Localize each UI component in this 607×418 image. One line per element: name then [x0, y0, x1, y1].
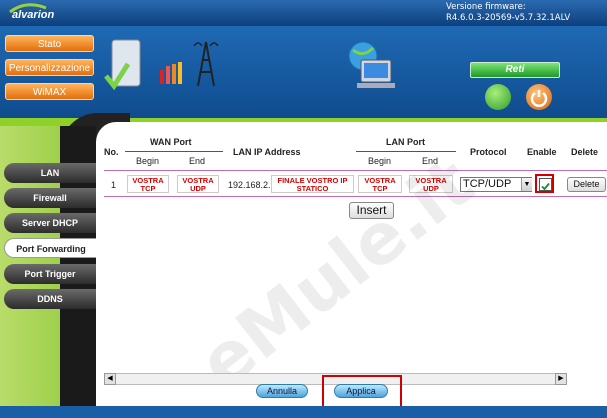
wan-divider	[125, 151, 223, 152]
nav-wimax-button[interactable]: WiMAX	[5, 83, 94, 100]
wizard-icon[interactable]	[485, 84, 511, 110]
computer-globe-icon	[348, 41, 395, 88]
lan-end-field[interactable]: VOSTRA UDP	[409, 175, 453, 193]
content-panel	[96, 122, 607, 406]
header-wan-end: End	[189, 156, 206, 166]
lan-divider	[356, 151, 456, 152]
header-lan-port: LAN Port	[386, 137, 425, 147]
power-icon[interactable]	[526, 84, 552, 110]
delete-button[interactable]: Delete	[567, 177, 606, 192]
scroll-left-icon[interactable]: ◀	[104, 373, 116, 385]
enable-highlight-box	[535, 174, 554, 193]
ip-last-octet-field[interactable]: FINALE VOSTRO IP STATICO	[271, 175, 354, 193]
nav-personalizzazione-button[interactable]: Personalizzazione	[5, 59, 94, 76]
firmware-info: Versione firmware: R4.6.0.3-20569-v5.7.3…	[446, 2, 570, 24]
sidebar-item-port-trigger[interactable]: Port Trigger	[4, 264, 96, 284]
header-lan-begin: Begin	[368, 156, 392, 166]
header-protocol: Protocol	[470, 147, 507, 157]
header-lan-ip: LAN IP Address	[233, 147, 301, 157]
wan-end-field[interactable]: VOSTRA UDP	[177, 175, 219, 193]
header-no: No.	[104, 147, 119, 157]
insert-button[interactable]: Insert	[349, 202, 394, 219]
sidebar-item-firewall[interactable]: Firewall	[4, 188, 96, 208]
reti-button[interactable]: Reti	[470, 62, 560, 78]
brand-logo-text: alvarion	[12, 9, 55, 21]
firmware-version: R4.6.0.3-20569-v5.7.32.1ALV	[446, 13, 571, 23]
sidebar-item-lan[interactable]: LAN	[4, 163, 96, 183]
network-devices-icon	[104, 39, 219, 91]
sidebar-item-port-forwarding[interactable]: Port Forwarding	[4, 238, 97, 258]
cancel-button[interactable]: Annulla	[256, 384, 308, 398]
header-delete: Delete	[571, 147, 599, 157]
header-lan-end: End	[422, 156, 439, 166]
sidebar-item-server-dhcp[interactable]: Server DHCP	[4, 213, 96, 233]
scroll-right-icon[interactable]: ▶	[555, 373, 567, 385]
chevron-down-icon[interactable]: ▼	[521, 178, 532, 191]
ip-prefix: 192.168.2.	[228, 180, 271, 190]
header: Stato Personalizzazione WiMAX Reti	[0, 26, 607, 118]
header-enable: Enable	[527, 147, 557, 157]
lan-begin-field[interactable]: VOSTRA TCP	[358, 175, 402, 193]
row-bottom-border	[104, 196, 607, 197]
firmware-label: Versione firmware:	[446, 2, 526, 12]
header-wan-begin: Begin	[136, 156, 160, 166]
row-top-border	[104, 170, 607, 171]
header-wan-port: WAN Port	[150, 137, 192, 147]
top-bar: alvarion Versione firmware: R4.6.0.3-205…	[0, 0, 607, 26]
nav-stato-button[interactable]: Stato	[5, 35, 94, 52]
wan-begin-field[interactable]: VOSTRA TCP	[127, 175, 169, 193]
bottom-bar	[0, 406, 607, 418]
row-number: 1	[111, 180, 117, 190]
sidebar-item-ddns[interactable]: DDNS	[4, 289, 96, 309]
